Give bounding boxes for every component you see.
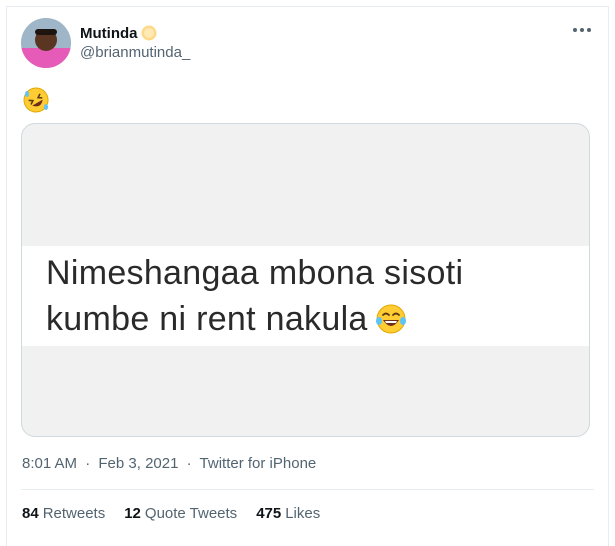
media-line-2: kumbe ni rent nakula — [46, 296, 566, 342]
rolling-on-floor-laughing-icon — [23, 87, 49, 113]
tweet-source[interactable]: Twitter for iPhone — [200, 455, 317, 472]
avatar[interactable] — [21, 18, 71, 68]
likes-label: Likes — [285, 505, 321, 522]
sun-emoji-icon — [141, 25, 156, 41]
retweets-count: 84 — [22, 505, 39, 522]
retweets-label: Retweets — [42, 505, 106, 522]
media-line-2-text: kumbe ni rent nakula — [46, 300, 368, 338]
tweet-date[interactable]: Feb 3, 2021 — [98, 455, 178, 472]
retweets-stat[interactable]: 84 Retweets — [22, 505, 105, 522]
quote-tweets-count: 12 — [124, 505, 141, 522]
tweet-media-image[interactable]: Nimeshangaa mbona sisoti kumbe ni rent n… — [21, 123, 590, 437]
likes-stat[interactable]: 475 Likes — [256, 505, 320, 522]
quote-tweets-label: Quote Tweets — [144, 505, 238, 522]
divider — [21, 489, 594, 490]
likes-count: 475 — [256, 505, 282, 522]
media-line-1: Nimeshangaa mbona sisoti — [46, 254, 464, 292]
display-name[interactable]: Mutinda — [80, 25, 138, 42]
avatar-image — [21, 18, 71, 68]
name-row: Mutinda — [80, 24, 158, 42]
user-handle[interactable]: @brianmutinda_ — [80, 44, 190, 61]
tears-of-joy-icon — [375, 304, 406, 334]
tweet-metadata: 8:01 AM · Feb 3, 2021 · Twitter for iPho… — [22, 455, 316, 472]
media-caption: Nimeshangaa mbona sisoti kumbe ni rent n… — [46, 250, 566, 342]
tweet-time[interactable]: 8:01 AM — [22, 455, 77, 472]
separator-dot: · — [186, 455, 192, 472]
separator-dot: · — [85, 455, 91, 472]
quote-tweets-stat[interactable]: 12 Quote Tweets — [124, 505, 237, 522]
more-options-icon[interactable] — [573, 26, 593, 34]
tweet-stats: 84 Retweets 12 Quote Tweets 475 Likes — [22, 505, 320, 522]
